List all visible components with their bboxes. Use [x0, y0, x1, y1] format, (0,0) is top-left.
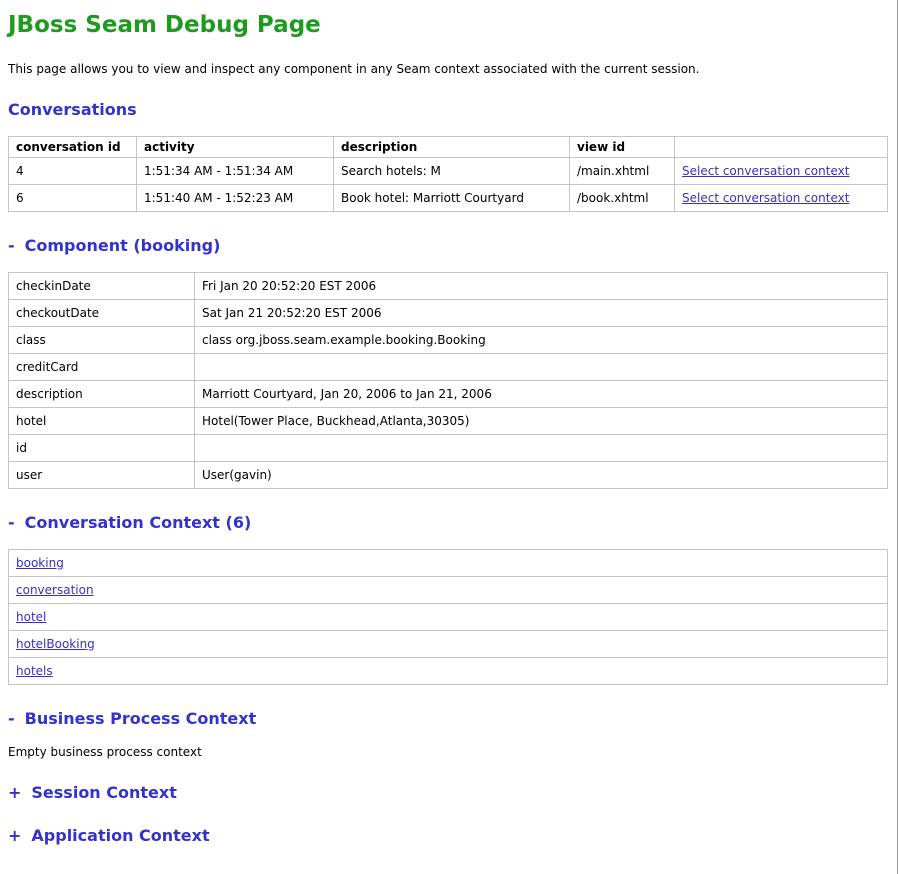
context-item-cell: booking — [9, 550, 888, 577]
attribute-value-cell — [195, 354, 888, 381]
context-item-link-hotel[interactable]: hotel — [16, 610, 46, 624]
business-process-context-title: Business Process Context — [25, 709, 257, 728]
table-row: hotelBooking — [9, 631, 888, 658]
attribute-value-cell — [195, 435, 888, 462]
table-row: 6 1:51:40 AM - 1:52:23 AM Book hotel: Ma… — [9, 185, 888, 212]
context-item-link-booking[interactable]: booking — [16, 556, 64, 570]
expand-icon[interactable]: + — [8, 783, 21, 802]
table-row: hotel Hotel(Tower Place, Buckhead,Atlant… — [9, 408, 888, 435]
attribute-value-cell: Hotel(Tower Place, Buckhead,Atlanta,3030… — [195, 408, 888, 435]
context-item-link-hotelbooking[interactable]: hotelBooking — [16, 637, 95, 651]
component-booking-heading[interactable]: -Component (booking) — [8, 236, 888, 255]
table-row: checkinDate Fri Jan 20 20:52:20 EST 2006 — [9, 273, 888, 300]
attribute-value-cell: class org.jboss.seam.example.booking.Boo… — [195, 327, 888, 354]
select-conversation-cell: Select conversation context — [675, 185, 888, 212]
attribute-name-cell: description — [9, 381, 195, 408]
table-row: user User(gavin) — [9, 462, 888, 489]
attribute-name-cell: checkinDate — [9, 273, 195, 300]
select-conversation-link[interactable]: Select conversation context — [682, 164, 849, 178]
description-cell: Search hotels: M — [334, 158, 570, 185]
col-header-description: description — [334, 137, 570, 158]
context-item-cell: hotel — [9, 604, 888, 631]
select-conversation-link[interactable]: Select conversation context — [682, 191, 849, 205]
attribute-name-cell: creditCard — [9, 354, 195, 381]
component-booking-title: Component (booking) — [25, 236, 221, 255]
conversations-header-row: conversation id activity description vie… — [9, 137, 888, 158]
table-row: creditCard — [9, 354, 888, 381]
business-process-empty-text: Empty business process context — [8, 745, 888, 759]
intro-text: This page allows you to view and inspect… — [8, 62, 888, 76]
conversations-table: conversation id activity description vie… — [8, 136, 888, 212]
application-context-heading[interactable]: + Application Context — [8, 826, 888, 845]
context-item-cell: hotels — [9, 658, 888, 685]
col-header-empty — [675, 137, 888, 158]
conversations-heading: Conversations — [8, 100, 888, 119]
table-row: hotels — [9, 658, 888, 685]
collapse-icon[interactable]: - — [8, 709, 15, 728]
collapse-icon[interactable]: - — [8, 236, 15, 255]
conversation-context-table: booking conversation hotel hotelBooking — [8, 549, 888, 685]
attribute-name-cell: checkoutDate — [9, 300, 195, 327]
table-row: class class org.jboss.seam.example.booki… — [9, 327, 888, 354]
session-context-title: Session Context — [31, 783, 176, 802]
context-item-cell: hotelBooking — [9, 631, 888, 658]
view-id-cell: /main.xhtml — [570, 158, 675, 185]
table-row: checkoutDate Sat Jan 21 20:52:20 EST 200… — [9, 300, 888, 327]
application-context-title: Application Context — [31, 826, 209, 845]
seam-debug-page: JBoss Seam Debug Page This page allows y… — [0, 0, 898, 874]
activity-cell: 1:51:40 AM - 1:52:23 AM — [137, 185, 334, 212]
expand-icon[interactable]: + — [8, 826, 21, 845]
col-header-conversation-id: conversation id — [9, 137, 137, 158]
context-item-link-hotels[interactable]: hotels — [16, 664, 53, 678]
attribute-value-cell: Marriott Courtyard, Jan 20, 2006 to Jan … — [195, 381, 888, 408]
table-row: description Marriott Courtyard, Jan 20, … — [9, 381, 888, 408]
table-row: conversation — [9, 577, 888, 604]
conversation-id-cell: 4 — [9, 158, 137, 185]
business-process-context-heading[interactable]: -Business Process Context — [8, 709, 888, 728]
session-context-heading[interactable]: + Session Context — [8, 783, 888, 802]
attribute-name-cell: id — [9, 435, 195, 462]
table-row: booking — [9, 550, 888, 577]
table-row: 4 1:51:34 AM - 1:51:34 AM Search hotels:… — [9, 158, 888, 185]
page-title: JBoss Seam Debug Page — [8, 12, 888, 38]
description-cell: Book hotel: Marriott Courtyard — [334, 185, 570, 212]
conversation-context-heading[interactable]: -Conversation Context (6) — [8, 513, 888, 532]
conversation-id-cell: 6 — [9, 185, 137, 212]
activity-cell: 1:51:34 AM - 1:51:34 AM — [137, 158, 334, 185]
context-item-cell: conversation — [9, 577, 888, 604]
component-table: checkinDate Fri Jan 20 20:52:20 EST 2006… — [8, 272, 888, 489]
context-item-link-conversation[interactable]: conversation — [16, 583, 94, 597]
attribute-value-cell: Fri Jan 20 20:52:20 EST 2006 — [195, 273, 888, 300]
col-header-view-id: view id — [570, 137, 675, 158]
attribute-name-cell: user — [9, 462, 195, 489]
table-row: hotel — [9, 604, 888, 631]
attribute-name-cell: class — [9, 327, 195, 354]
collapse-icon[interactable]: - — [8, 513, 15, 532]
table-row: id — [9, 435, 888, 462]
attribute-name-cell: hotel — [9, 408, 195, 435]
view-id-cell: /book.xhtml — [570, 185, 675, 212]
attribute-value-cell: Sat Jan 21 20:52:20 EST 2006 — [195, 300, 888, 327]
col-header-activity: activity — [137, 137, 334, 158]
conversation-context-title: Conversation Context (6) — [25, 513, 252, 532]
select-conversation-cell: Select conversation context — [675, 158, 888, 185]
attribute-value-cell: User(gavin) — [195, 462, 888, 489]
